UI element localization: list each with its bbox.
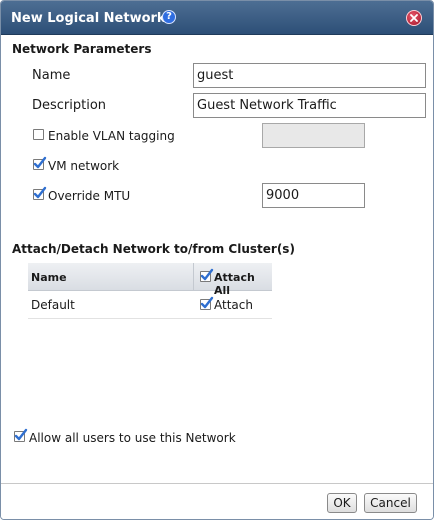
override-mtu-checkbox[interactable] [33, 186, 47, 200]
close-icon[interactable] [406, 10, 422, 26]
vm-network-label: VM network [48, 159, 120, 173]
override-mtu-label: Override MTU [48, 189, 131, 203]
cancel-button[interactable]: Cancel [364, 493, 417, 513]
cluster-name-cell: Default [31, 298, 75, 312]
dialog-footer: OK Cancel [1, 483, 433, 519]
dialog-titlebar: New Logical Network ? [1, 1, 433, 35]
checkmark-icon [14, 428, 28, 441]
checkmark-icon [200, 268, 214, 281]
attach-label: Attach [214, 298, 253, 312]
mtu-input[interactable] [262, 183, 365, 208]
checkmark-icon [200, 296, 214, 309]
name-input[interactable] [193, 63, 426, 88]
vlan-tag-input[interactable] [262, 123, 365, 148]
description-label: Description [32, 98, 107, 113]
table-row: Default Attach [28, 291, 272, 319]
column-header-name[interactable]: Name [31, 271, 67, 284]
attach-checkbox[interactable] [200, 296, 214, 310]
checkmark-icon [33, 186, 47, 199]
clusters-heading: Attach/Detach Network to/from Cluster(s) [12, 242, 295, 256]
ok-button[interactable]: OK [327, 493, 357, 513]
new-logical-network-dialog: New Logical Network ? Network Parameters… [0, 0, 434, 520]
vlan-tagging-label: Enable VLAN tagging [48, 129, 175, 143]
description-input[interactable] [193, 93, 426, 118]
checkmark-icon [33, 156, 47, 169]
cluster-table: Name Attach All Default Attach [28, 263, 272, 319]
table-header: Name Attach All [28, 263, 272, 297]
vlan-tagging-checkbox[interactable] [33, 129, 44, 140]
vm-network-checkbox[interactable] [33, 156, 47, 170]
attach-all-checkbox[interactable] [200, 268, 214, 282]
network-parameters-heading: Network Parameters [12, 42, 152, 56]
name-label: Name [32, 68, 71, 83]
allow-all-users-checkbox[interactable] [14, 428, 28, 442]
dialog-title: New Logical Network [11, 11, 166, 26]
allow-all-users-label: Allow all users to use this Network [29, 431, 236, 445]
help-icon[interactable]: ? [162, 10, 176, 24]
column-divider [193, 263, 194, 291]
